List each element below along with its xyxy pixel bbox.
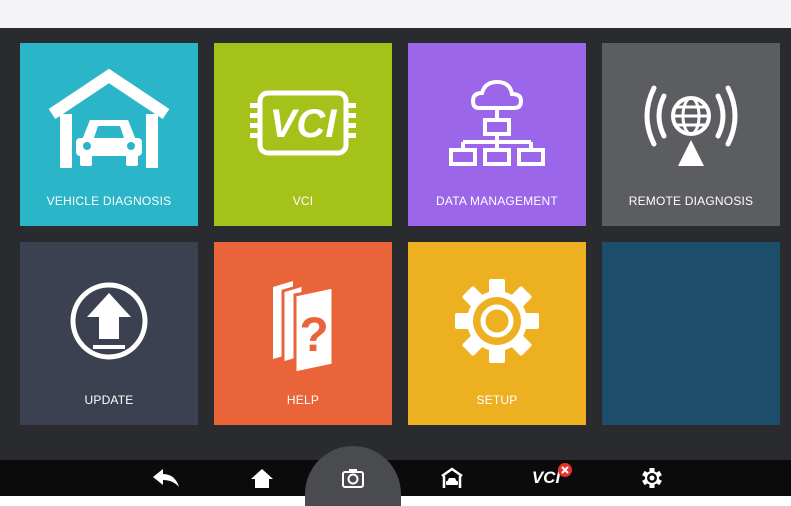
bottom-nav-bar: VCI: [0, 446, 791, 506]
svg-text:?: ?: [299, 309, 328, 362]
vci-chip-icon: VCI: [214, 63, 392, 183]
camera-button[interactable]: [331, 460, 375, 496]
data-management-tile[interactable]: DATA MANAGEMENT: [408, 43, 586, 226]
upload-arrow-icon: [20, 262, 198, 382]
svg-text:VCI: VCI: [270, 102, 338, 146]
tile-label: UPDATE: [84, 393, 134, 407]
update-tile[interactable]: UPDATE: [20, 242, 198, 425]
tile-label: VCI: [292, 194, 314, 208]
vehicle-icon: [441, 467, 463, 488]
help-tile[interactable]: ? HELP: [214, 242, 392, 425]
remote-globe-icon: [602, 63, 780, 183]
camera-icon: [342, 469, 364, 488]
gear-icon: [408, 262, 586, 382]
settings-button[interactable]: [630, 460, 674, 496]
disconnected-badge-icon: [558, 463, 572, 477]
vehicle-button[interactable]: [430, 460, 474, 496]
vehicle-diagnosis-tile[interactable]: VEHICLE DIAGNOSIS: [20, 43, 198, 226]
status-strip: [0, 0, 791, 28]
cloud-network-icon: [408, 63, 586, 183]
settings-icon: [642, 468, 662, 488]
help-books-icon: ?: [214, 262, 392, 382]
vci-status-label: VCI: [531, 468, 561, 487]
remote-diagnosis-tile[interactable]: REMOTE DIAGNOSIS: [602, 43, 780, 226]
setup-tile[interactable]: SETUP: [408, 242, 586, 425]
app-grid: VEHICLE DIAGNOSIS VCI VCI DATA MANAGEMEN…: [0, 28, 791, 460]
tile-label: HELP: [286, 393, 320, 407]
home-button[interactable]: [240, 460, 284, 496]
tile-label: SETUP: [476, 393, 518, 407]
home-icon: [251, 469, 273, 488]
vci-tile[interactable]: VCI VCI: [214, 43, 392, 226]
vci-status-button[interactable]: VCI: [516, 460, 576, 496]
tile-label: VEHICLE DIAGNOSIS: [46, 194, 172, 208]
garage-car-icon: [20, 63, 198, 183]
tile-label: DATA MANAGEMENT: [436, 194, 558, 208]
tile-label: REMOTE DIAGNOSIS: [628, 194, 754, 208]
empty-tile: [602, 242, 780, 425]
back-icon: [153, 469, 179, 487]
back-button[interactable]: [144, 460, 188, 496]
